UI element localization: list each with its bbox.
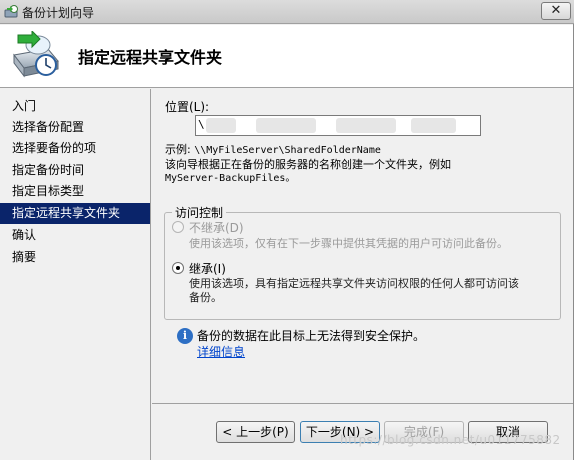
example-path: \\MyFileServer\SharedFolderName — [194, 145, 381, 156]
window-title: 备份计划向导 — [22, 6, 95, 20]
radio-inherit-help-line-1: 使用该选项，具有指定远程共享文件夹访问权限的任何人都可访问该 — [189, 277, 519, 290]
wizard-content: 位置(L): \ 示例: \\MyFileServer\SharedFolder… — [152, 89, 573, 460]
location-label: 位置(L): — [165, 100, 210, 114]
nav-item-backup-time[interactable]: 指定备份时间 — [0, 160, 150, 181]
radio-inherit-help-line-2: 备份。 — [189, 291, 222, 304]
nav-item-target-type[interactable]: 指定目标类型 — [0, 181, 150, 202]
info-icon: i — [177, 328, 193, 344]
description-line-2: MyServer-BackupFiles。 — [165, 173, 296, 184]
redaction-blur — [256, 118, 316, 133]
radio-inherit[interactable] — [172, 262, 184, 274]
radio-inherit-label[interactable]: 继承(I) — [189, 260, 226, 277]
radio-no-inherit-help: 使用该选项，仅有在下一步骤中提供其凭据的用户可访问此备份。 — [189, 237, 508, 250]
nav-item-backup-config[interactable]: 选择备份配置 — [0, 117, 150, 138]
redaction-blur — [411, 118, 456, 133]
radio-inherit-help: 使用该选项，具有指定远程共享文件夹访问权限的任何人都可访问该 备份。 — [189, 277, 561, 305]
close-icon: ✕ — [550, 3, 562, 18]
nav-item-summary[interactable]: 摘要 — [0, 247, 150, 268]
radio-no-inherit[interactable] — [172, 221, 184, 233]
description-line-1: 该向导根据正在备份的服务器的名称创建一个文件夹，例如 — [165, 158, 451, 171]
nav-item-select-items[interactable]: 选择要备份的项 — [0, 138, 150, 159]
close-button[interactable]: ✕ — [541, 2, 571, 20]
watermark-text: https://blog.csdn.net/u011775882 — [340, 433, 561, 447]
nav-item-remote-share[interactable]: 指定远程共享文件夹 — [0, 203, 150, 224]
location-input[interactable]: \ — [195, 115, 481, 136]
nav-item-confirm[interactable]: 确认 — [0, 225, 150, 246]
background-strip — [575, 0, 587, 460]
example-prefix: 示例: — [165, 143, 191, 156]
footer-divider — [152, 403, 573, 404]
page-title: 指定远程共享文件夹 — [78, 48, 223, 67]
nav-item-getting-started[interactable]: 入门 — [0, 96, 150, 117]
wizard-header: 指定远程共享文件夹 — [0, 25, 573, 88]
radio-no-inherit-label[interactable]: 不继承(D) — [189, 219, 244, 236]
more-info-link[interactable]: 详细信息 — [197, 343, 245, 360]
location-input-value: \ — [198, 118, 205, 131]
redaction-blur — [206, 118, 236, 133]
backup-disk-clock-icon — [13, 31, 59, 78]
example-text: 示例: \\MyFileServer\SharedFolderName — [165, 141, 381, 157]
backup-wizard-window: 备份计划向导 ✕ 指定远程共享文件夹 入门 选择备份配置 选择要备份的项 指定备… — [0, 0, 574, 460]
title-bar[interactable]: 备份计划向导 ✕ — [0, 0, 574, 24]
redaction-blur — [336, 118, 396, 133]
backup-wizard-icon — [4, 5, 18, 18]
wizard-step-nav: 入门 选择备份配置 选择要备份的项 指定备份时间 指定目标类型 指定远程共享文件… — [0, 89, 151, 460]
description-text: 该向导根据正在备份的服务器的名称创建一个文件夹，例如 MyServer-Back… — [165, 158, 505, 186]
back-button[interactable]: < 上一步(P) — [216, 421, 295, 443]
info-message: 备份的数据在此目标上无法得到安全保护。 — [197, 329, 426, 343]
